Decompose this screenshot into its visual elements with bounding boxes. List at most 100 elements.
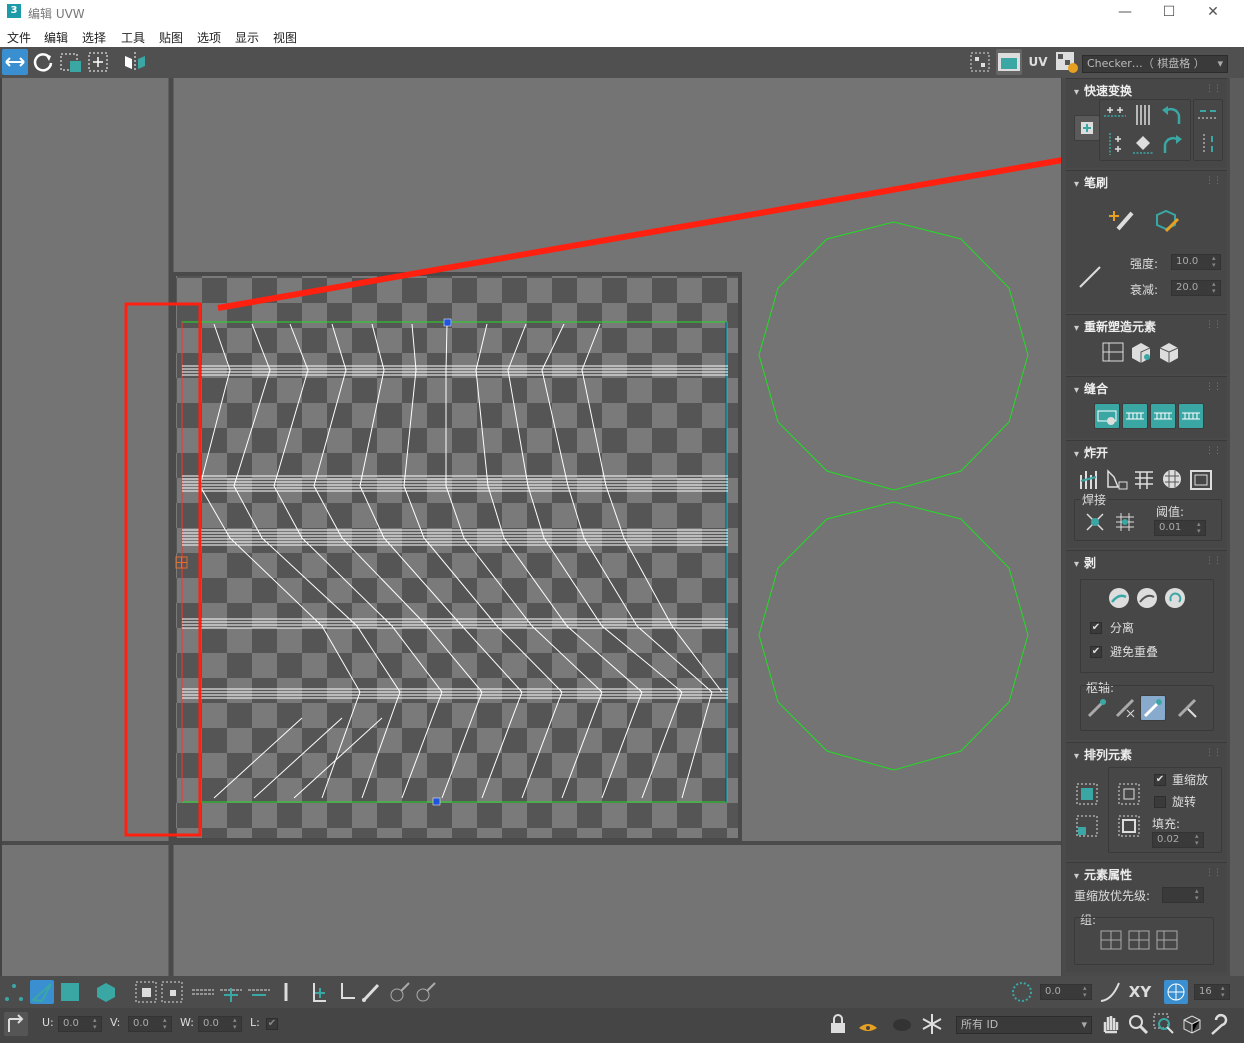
freeform-tool-button[interactable] [86, 49, 112, 75]
quick-peel-button[interactable] [1106, 585, 1132, 611]
paint-select-grow-button[interactable] [388, 980, 412, 1004]
align-vertical-button[interactable] [1130, 102, 1156, 128]
absolute-offset-button[interactable] [4, 1012, 28, 1036]
relax-until-flat-button[interactable] [1128, 339, 1154, 365]
pack-custom-button[interactable] [1074, 781, 1100, 807]
stitch-custom-button[interactable] [1094, 403, 1120, 429]
uv-viewport[interactable] [2, 78, 1061, 976]
rollout-title[interactable]: 炸开 [1074, 444, 1108, 461]
menu-mapping[interactable]: 贴图 [159, 29, 183, 46]
rollout-title[interactable]: 快速变换 [1074, 82, 1132, 99]
element-mode-button[interactable] [94, 980, 118, 1004]
texture-preview-button[interactable] [996, 49, 1022, 75]
rollout-title[interactable]: 笔刷 [1074, 174, 1108, 191]
stitch-average-button[interactable] [1150, 403, 1176, 429]
menu-select[interactable]: 选择 [82, 29, 106, 46]
grid-snap-button[interactable] [1164, 980, 1188, 1004]
rescale-checkbox[interactable]: ✔ [1154, 774, 1166, 786]
id-filter-select[interactable]: 所有 ID [956, 1016, 1092, 1034]
move-tool-button[interactable] [2, 49, 28, 75]
group-ungroup-button[interactable] [1126, 927, 1152, 953]
bottom-handle[interactable] [432, 797, 441, 806]
select-overlap-button[interactable] [276, 980, 300, 1004]
menu-view[interactable]: 视图 [273, 29, 297, 46]
rollout-title[interactable]: 排列元素 [1074, 746, 1132, 763]
zoom-region-button[interactable] [1152, 1012, 1176, 1036]
scale-tool-button[interactable] [58, 49, 84, 75]
vertex-mode-button[interactable] [2, 980, 26, 1004]
detach-checkbox[interactable]: ✔ [1090, 622, 1102, 634]
weld-selected-button[interactable] [1082, 509, 1108, 535]
shrink-selection-button[interactable] [160, 980, 184, 1004]
polygon-mode-button[interactable] [58, 980, 82, 1004]
ring-shrink-button[interactable] [246, 980, 272, 1004]
v-spinner[interactable]: 0.0 [128, 1016, 172, 1032]
help-button[interactable] [1208, 1012, 1232, 1036]
show-map-button[interactable] [968, 49, 992, 75]
maximize-button[interactable]: ☐ [1146, 0, 1192, 25]
space-vertical-button[interactable] [1195, 131, 1221, 157]
map-settings-button[interactable] [1054, 49, 1080, 75]
menu-file[interactable]: 文件 [7, 29, 31, 46]
uv-circle-bottom[interactable] [758, 501, 1029, 771]
flatten-by-material-button[interactable] [1188, 467, 1214, 493]
uv-space-button[interactable]: UV [1026, 49, 1050, 75]
close-button[interactable]: ✕ [1190, 0, 1236, 25]
unpin-button[interactable] [1112, 695, 1138, 721]
stitch-to-target-button[interactable] [1178, 403, 1204, 429]
paint-move-button[interactable] [1106, 207, 1134, 233]
zoom-button[interactable] [1126, 1012, 1150, 1036]
edge-mode-button[interactable] [30, 980, 54, 1004]
lock-checkbox[interactable]: ✔ [266, 1018, 278, 1030]
w-spinner[interactable]: 0.0 [198, 1016, 242, 1032]
select-pins-button[interactable] [1174, 695, 1200, 721]
rotate-checkbox[interactable] [1154, 796, 1166, 808]
hide-button[interactable] [856, 1012, 880, 1036]
group-select-button[interactable] [1098, 927, 1124, 953]
relax-brush-button[interactable] [1152, 207, 1180, 233]
brush-line-button[interactable] [1076, 263, 1102, 289]
straighten-button[interactable] [1130, 131, 1156, 157]
paint-select-button[interactable] [360, 980, 384, 1004]
space-horizontal-button[interactable] [1195, 102, 1221, 128]
soft-selection-button[interactable] [1098, 980, 1122, 1004]
point-to-point-button[interactable] [306, 980, 330, 1004]
menu-edit[interactable]: 编辑 [44, 29, 68, 46]
angle-spinner[interactable]: 0.0 [1040, 984, 1092, 1000]
threshold-spinner[interactable]: 0.01 [1154, 520, 1206, 536]
rescale-priority-spinner[interactable] [1162, 887, 1204, 903]
uv-canvas[interactable] [2, 78, 1061, 976]
grow-selection-button[interactable] [134, 980, 158, 1004]
group-add-button[interactable] [1154, 927, 1180, 953]
align-vertical2-button[interactable] [1102, 131, 1128, 157]
avoid-overlap-checkbox[interactable]: ✔ [1090, 646, 1102, 658]
rollout-title[interactable]: 缝合 [1074, 380, 1108, 397]
stitch-to-source-button[interactable] [1122, 403, 1148, 429]
xy-mode-button[interactable]: XY [1126, 980, 1154, 1004]
freeze-button[interactable] [920, 1012, 944, 1036]
top-handle[interactable] [443, 318, 452, 327]
flatten-by-smoothing-button[interactable] [1160, 467, 1186, 493]
zoom-extents-button[interactable] [1180, 1012, 1204, 1036]
pack-together-button[interactable] [1074, 813, 1100, 839]
grid-size-spinner[interactable]: 16 [1194, 984, 1230, 1000]
align-horizontal-button[interactable] [1102, 102, 1128, 128]
relax-button[interactable] [1156, 339, 1182, 365]
hide-unselected-button[interactable] [890, 1012, 914, 1036]
weld-target-button[interactable] [1112, 509, 1138, 535]
pan-button[interactable] [1098, 1012, 1122, 1036]
lock-selection-button[interactable] [826, 1012, 850, 1036]
falloff-spinner[interactable]: 20.0 [1171, 280, 1221, 296]
rotate-cw-button[interactable] [1159, 131, 1185, 157]
ring-button[interactable] [218, 980, 244, 1004]
auto-pin-button[interactable] [1140, 695, 1166, 721]
rollout-title[interactable]: 重新塑造元素 [1074, 318, 1156, 335]
straighten-selection-button[interactable] [1100, 339, 1126, 365]
menu-options[interactable]: 选项 [197, 29, 221, 46]
rotate-tool-button[interactable] [30, 49, 56, 75]
angle-snap-button[interactable] [1010, 980, 1034, 1004]
rotate-ccw-button[interactable] [1159, 102, 1185, 128]
detach-button[interactable] [1104, 467, 1130, 493]
loop-button[interactable] [190, 980, 216, 1004]
reset-peel-button[interactable] [1162, 585, 1188, 611]
